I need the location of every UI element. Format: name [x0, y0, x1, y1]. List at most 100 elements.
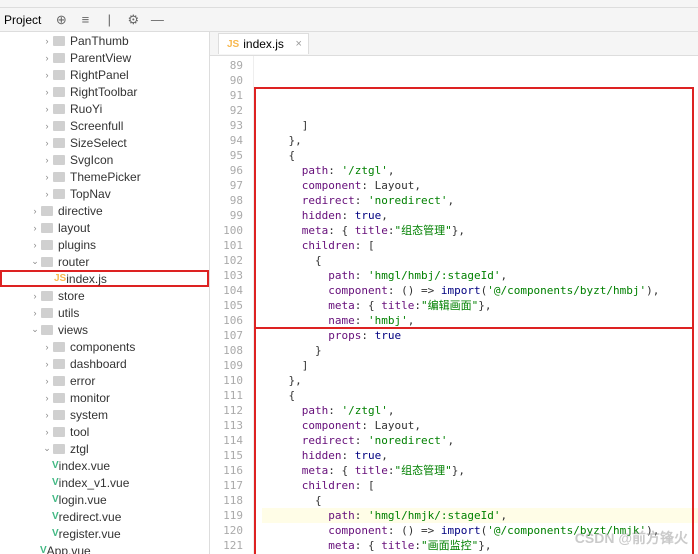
tree-item-components[interactable]: › components	[0, 338, 209, 355]
tree-item-label: index_v1.vue	[59, 476, 130, 490]
expand-icon[interactable]: ≡	[76, 11, 94, 29]
tree-item-SizeSelect[interactable]: › SizeSelect	[0, 134, 209, 151]
tree-item-SvgIcon[interactable]: › SvgIcon	[0, 151, 209, 168]
tree-item-redirect-vue[interactable]: Vredirect.vue	[0, 508, 209, 525]
chevron-icon[interactable]: ›	[42, 36, 52, 46]
tree-item-label: RightToolbar	[70, 85, 137, 99]
tree-item-tool[interactable]: ›tool	[0, 423, 209, 440]
tree-item-label: RightPanel	[70, 68, 129, 82]
js-icon: JS	[227, 39, 239, 50]
tree-item-PanThumb[interactable]: › PanThumb	[0, 32, 209, 49]
tree-item-label: components	[70, 340, 135, 354]
tree-item-register-vue[interactable]: Vregister.vue	[0, 525, 209, 542]
chevron-icon[interactable]: ›	[30, 240, 40, 250]
tree-item-ztgl[interactable]: ⌄ ztgl	[0, 440, 209, 457]
tree-item-index_v1-vue[interactable]: Vindex_v1.vue	[0, 474, 209, 491]
tree-item-RightToolbar[interactable]: › RightToolbar	[0, 83, 209, 100]
chevron-icon[interactable]: ⌄	[42, 443, 52, 454]
chevron-icon[interactable]: ›	[42, 104, 52, 114]
tree-item-ParentView[interactable]: ›ParentView	[0, 49, 209, 66]
chevron-icon[interactable]: ›	[42, 376, 52, 386]
chevron-icon[interactable]: ›	[42, 53, 52, 63]
folder-icon	[40, 221, 54, 235]
tree-item-label: index.js	[66, 272, 107, 286]
tree-item-directive[interactable]: ›directive	[0, 202, 209, 219]
tree-item-label: PanThumb	[70, 34, 129, 48]
tree-item-label: register.vue	[59, 527, 121, 541]
folder-icon	[52, 340, 66, 354]
tree-item-label: index.vue	[59, 459, 110, 473]
tree-item-error[interactable]: ›error	[0, 372, 209, 389]
folder-icon	[52, 357, 66, 371]
tree-item-layout[interactable]: › layout	[0, 219, 209, 236]
tab-label: index.js	[243, 37, 284, 51]
chevron-icon[interactable]: ›	[42, 121, 52, 131]
tree-item-router[interactable]: ⌄ router	[0, 253, 209, 270]
hide-icon[interactable]: —	[148, 11, 166, 29]
tree-item-label: ztgl	[70, 442, 89, 456]
tree-item-label: login.vue	[59, 493, 107, 507]
tree-item-label: SizeSelect	[70, 136, 127, 150]
close-icon[interactable]: ×	[295, 38, 301, 50]
code-area[interactable]: 8990919293949596979899100101102103104105…	[210, 56, 698, 554]
tree-item-App-vue[interactable]: VApp.vue	[0, 542, 209, 554]
tree-item-label: dashboard	[70, 357, 127, 371]
tree-item-login-vue[interactable]: Vlogin.vue	[0, 491, 209, 508]
chevron-icon[interactable]: ›	[42, 172, 52, 182]
project-tree[interactable]: ›PanThumb›ParentView›RightPanel›RightToo…	[0, 32, 210, 554]
chevron-icon[interactable]: ›	[42, 87, 52, 97]
project-label[interactable]: Project	[4, 13, 41, 27]
collapse-icon[interactable]: ⊕	[52, 11, 70, 29]
tree-item-utils[interactable]: ›utils	[0, 304, 209, 321]
tree-item-index-js[interactable]: JSindex.js	[0, 270, 209, 287]
folder-icon	[52, 442, 66, 456]
tree-item-system[interactable]: › system	[0, 406, 209, 423]
chevron-icon[interactable]: ›	[42, 70, 52, 80]
folder-icon	[40, 306, 54, 320]
folder-icon	[52, 51, 66, 65]
vue-icon: V	[40, 545, 47, 554]
chevron-icon[interactable]: ›	[30, 206, 40, 216]
tree-item-RuoYi[interactable]: ›RuoYi	[0, 100, 209, 117]
tree-item-RightPanel[interactable]: › RightPanel	[0, 66, 209, 83]
chevron-icon[interactable]: ›	[42, 342, 52, 352]
tree-item-label: plugins	[58, 238, 96, 252]
tree-item-index-vue[interactable]: Vindex.vue	[0, 457, 209, 474]
tree-item-label: SvgIcon	[70, 153, 113, 167]
vue-icon: V	[52, 477, 59, 488]
chevron-icon[interactable]: ›	[42, 189, 52, 199]
tree-item-label: redirect.vue	[59, 510, 122, 524]
chevron-icon[interactable]: ›	[42, 359, 52, 369]
tree-item-plugins[interactable]: › plugins	[0, 236, 209, 253]
chevron-icon[interactable]: ⌄	[30, 324, 40, 335]
tree-item-views[interactable]: ⌄ views	[0, 321, 209, 338]
line-gutter: 8990919293949596979899100101102103104105…	[210, 56, 254, 554]
chevron-icon[interactable]: ›	[30, 223, 40, 233]
folder-icon	[40, 238, 54, 252]
tree-item-dashboard[interactable]: › dashboard	[0, 355, 209, 372]
tree-item-ThemePicker[interactable]: ›ThemePicker	[0, 168, 209, 185]
gear-icon[interactable]: ⚙	[124, 11, 142, 29]
chevron-icon[interactable]: ›	[30, 308, 40, 318]
chevron-icon[interactable]: ›	[42, 155, 52, 165]
tree-item-TopNav[interactable]: ›TopNav	[0, 185, 209, 202]
tree-item-label: layout	[58, 221, 90, 235]
chevron-icon[interactable]: ›	[42, 410, 52, 420]
chevron-icon[interactable]: ⌄	[30, 256, 40, 267]
tree-item-label: system	[70, 408, 108, 422]
tree-item-label: views	[58, 323, 88, 337]
tree-item-store[interactable]: ›store	[0, 287, 209, 304]
chevron-icon[interactable]: ›	[30, 291, 40, 301]
tree-item-Screenfull[interactable]: › Screenfull	[0, 117, 209, 134]
code-content[interactable]: ] }, { path: '/ztgl', component: Layout,…	[254, 56, 698, 554]
tab-bar: JS index.js ×	[210, 32, 698, 56]
chevron-icon[interactable]: ›	[42, 393, 52, 403]
tab-indexjs[interactable]: JS index.js ×	[218, 33, 309, 54]
tree-item-label: Screenfull	[70, 119, 123, 133]
chevron-icon[interactable]: ›	[42, 427, 52, 437]
tree-item-monitor[interactable]: ›monitor	[0, 389, 209, 406]
editor-area: JS index.js × 89909192939495969798991001…	[210, 32, 698, 554]
chevron-icon[interactable]: ›	[42, 138, 52, 148]
tree-item-label: router	[58, 255, 89, 269]
folder-icon	[52, 68, 66, 82]
